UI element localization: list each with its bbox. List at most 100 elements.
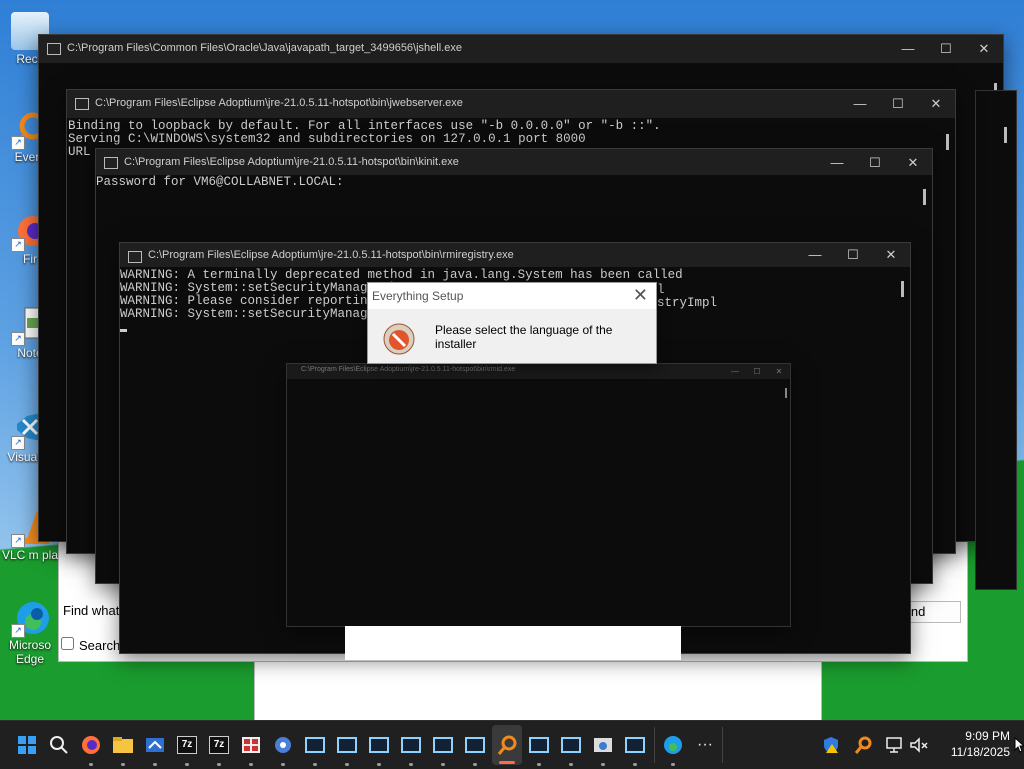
console-icon	[104, 157, 118, 169]
console-line-tail: l	[657, 283, 665, 297]
background-console[interactable]	[975, 90, 1017, 590]
taskbar-7zip-2[interactable]: 7z	[206, 732, 232, 766]
minimize-button[interactable]: —	[796, 243, 834, 271]
maximize-button[interactable]: ☐	[746, 364, 768, 379]
close-button[interactable]: ✕	[965, 35, 1003, 63]
desktop-icon-label: Microso Edge	[8, 638, 51, 666]
network-app-icon	[275, 737, 291, 753]
mouse-cursor-icon	[1014, 737, 1024, 753]
everything-setup-dialog[interactable]: Everything Setup ✕ Please select the lan…	[367, 282, 657, 364]
everything-search-icon	[854, 736, 872, 754]
app-icon	[146, 738, 164, 752]
taskbar-edge[interactable]	[660, 732, 686, 766]
taskbar-file-explorer[interactable]	[110, 732, 136, 766]
taskbar-divider	[654, 727, 655, 763]
console-line: Password for VM6@COLLABNET.LOCAL:	[96, 175, 344, 189]
scrollbar-thumb[interactable]	[785, 388, 787, 398]
console-line: Serving C:\WINDOWS\system32 and subdirec…	[68, 132, 586, 146]
7zip-icon: 7z	[177, 736, 197, 754]
taskbar-console[interactable]	[302, 732, 328, 766]
taskbar-console[interactable]	[462, 732, 488, 766]
close-button[interactable]: ✕	[768, 364, 790, 379]
taskbar-divider	[722, 727, 723, 763]
taskbar-console[interactable]	[334, 732, 360, 766]
taskbar-app[interactable]	[270, 732, 296, 766]
search-checkbox-label: Search	[79, 638, 121, 653]
close-button[interactable]: ✕	[894, 149, 932, 177]
title-bar[interactable]: C:\Program Files\Eclipse Adoptium\jre-21…	[287, 364, 790, 379]
console-window-icon	[369, 737, 389, 753]
tray-network[interactable]	[882, 732, 908, 758]
scrollbar-thumb[interactable]	[923, 189, 926, 205]
close-button[interactable]: ✕	[872, 243, 910, 271]
tray-everything[interactable]	[850, 732, 876, 758]
minimize-button[interactable]: —	[724, 364, 746, 379]
shield-warning-icon	[824, 737, 838, 753]
taskbar-console[interactable]	[558, 732, 584, 766]
maximize-button[interactable]: ☐	[879, 90, 917, 118]
minimize-button[interactable]: —	[889, 35, 927, 63]
taskbar-app[interactable]	[238, 732, 264, 766]
console-icon	[128, 251, 142, 263]
taskbar-7zip[interactable]: 7z	[174, 732, 200, 766]
console-window-icon	[625, 737, 645, 753]
edge-icon	[664, 736, 682, 754]
console-window-icon	[529, 737, 549, 753]
taskbar-console[interactable]	[398, 732, 424, 766]
folder-icon	[113, 737, 133, 753]
console-window-icon	[465, 737, 485, 753]
taskbar-console[interactable]	[366, 732, 392, 766]
background-window-strip	[345, 626, 681, 660]
taskbar-app[interactable]	[590, 732, 616, 766]
edge-icon: ↗	[11, 598, 49, 638]
taskbar-overflow-button[interactable]: ···	[692, 732, 718, 758]
search-icon	[50, 736, 68, 754]
search-checkbox[interactable]	[61, 637, 74, 650]
scrollbar-thumb[interactable]	[901, 281, 904, 297]
title-bar[interactable]: C:\Program Files\Eclipse Adoptium\jre-21…	[96, 149, 932, 175]
clock[interactable]: 9:09 PM 11/18/2025	[938, 728, 1010, 760]
text-cursor	[120, 329, 127, 332]
dialog-title: Everything Setup	[372, 289, 464, 303]
network-icon	[886, 737, 902, 753]
everything-search-icon	[497, 735, 517, 755]
window-title: C:\Program Files\Eclipse Adoptium\jre-21…	[301, 366, 516, 373]
maximize-button[interactable]: ☐	[856, 149, 894, 177]
taskbar-firefox[interactable]	[78, 732, 104, 766]
close-button[interactable]: ✕	[633, 285, 648, 306]
maximize-button[interactable]: ☐	[834, 243, 872, 271]
taskbar-everything-active[interactable]	[492, 725, 522, 765]
settings-window-icon	[594, 738, 612, 752]
scrollbar-thumb[interactable]	[946, 134, 949, 150]
title-bar[interactable]: C:\Program Files\Common Files\Oracle\Jav…	[39, 35, 1003, 63]
window-title: C:\Program Files\Eclipse Adoptium\jre-21…	[124, 156, 459, 168]
taskbar-console[interactable]	[430, 732, 456, 766]
desktop-icon-label: Fir	[23, 252, 37, 266]
dialog-title-bar[interactable]: Everything Setup ✕	[368, 283, 656, 309]
minimize-button[interactable]: —	[841, 90, 879, 118]
tray-security[interactable]	[818, 732, 844, 758]
taskbar-app[interactable]	[142, 732, 168, 766]
search-button[interactable]	[46, 732, 72, 758]
taskbar-console[interactable]	[526, 732, 552, 766]
scrollbar-thumb[interactable]	[1004, 127, 1007, 143]
find-what-label: Find what:	[63, 603, 123, 618]
grid-app-icon	[242, 737, 260, 753]
taskbar-console[interactable]	[622, 732, 648, 766]
console-icon	[75, 98, 89, 110]
minimize-button[interactable]: —	[818, 149, 856, 177]
small-console-window[interactable]: C:\Program Files\Eclipse Adoptium\jre-21…	[286, 363, 791, 627]
clock-date: 11/18/2025	[950, 745, 1010, 759]
window-title: C:\Program Files\Eclipse Adoptium\jre-21…	[148, 249, 514, 261]
maximize-button[interactable]: ☐	[927, 35, 965, 63]
title-bar[interactable]: C:\Program Files\Eclipse Adoptium\jre-21…	[120, 243, 910, 267]
desktop-icon-label: VLC m pla	[1, 548, 59, 562]
start-button[interactable]	[14, 732, 40, 758]
taskbar: 7z 7z ··· 9:09 PM 11/18/2025	[0, 720, 1024, 769]
close-button[interactable]: ✕	[917, 90, 955, 118]
title-bar[interactable]: C:\Program Files\Eclipse Adoptium\jre-21…	[67, 90, 955, 118]
dialog-message: Please select the language of the instal…	[435, 323, 613, 351]
desktop-icon-edge[interactable]: ↗ Microso Edge	[0, 598, 60, 666]
windows-start-icon	[18, 736, 36, 754]
tray-volume[interactable]	[906, 732, 932, 758]
